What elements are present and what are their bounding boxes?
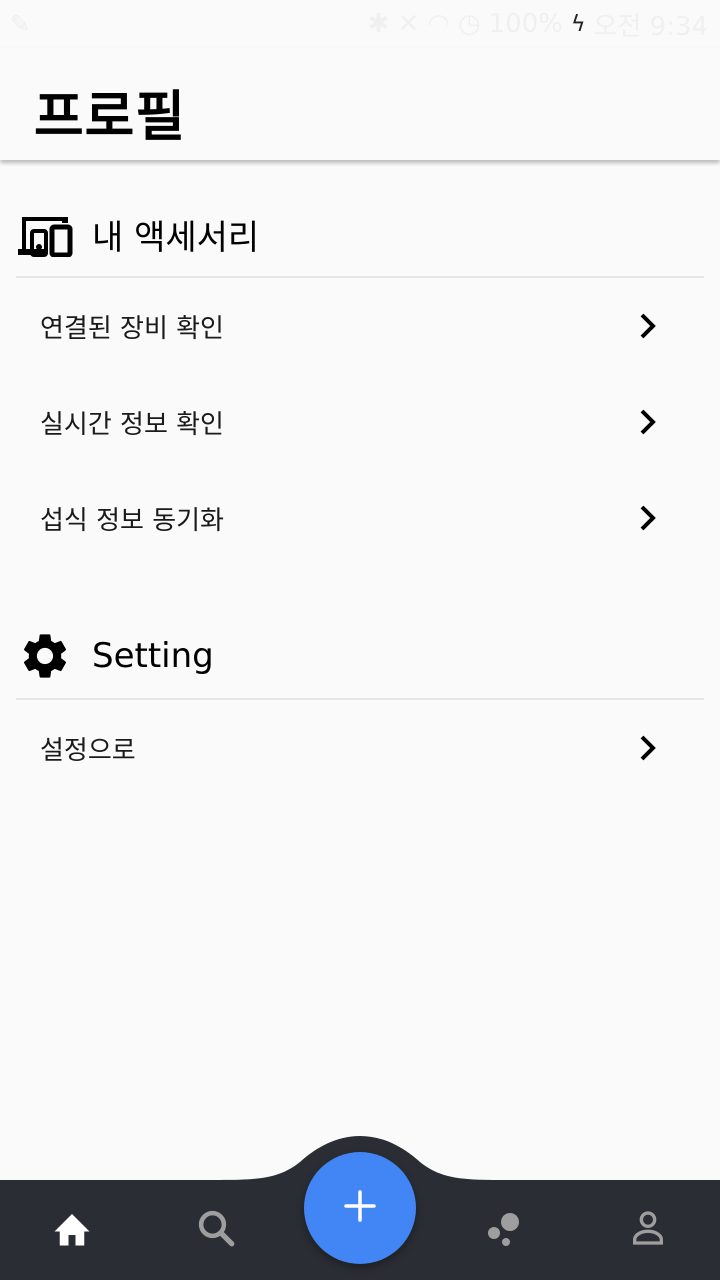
app-bar: 프로필 xyxy=(0,48,720,160)
nav-profile-button[interactable] xyxy=(618,1200,678,1260)
gear-icon xyxy=(16,627,74,685)
section-header-setting: Setting xyxy=(16,614,704,700)
section-title-accessories: 내 액세서리 xyxy=(92,217,260,258)
add-icon xyxy=(343,1189,377,1227)
devices-icon xyxy=(16,205,74,263)
status-icons: ✱ ✕ ◠ ◷ 100% ϟ 오전 9:34 xyxy=(368,6,708,42)
section-header-accessories: 내 액세서리 xyxy=(16,192,704,278)
chevron-right-icon xyxy=(628,728,668,768)
nav-bubbles-button[interactable] xyxy=(474,1200,534,1260)
wifi-icon: ◠ xyxy=(427,9,450,39)
bluetooth-icon: ✱ xyxy=(367,9,390,39)
battery-charging-icon: ϟ xyxy=(570,11,586,37)
chevron-right-icon xyxy=(628,306,668,346)
person-icon xyxy=(628,1208,668,1252)
bubbles-icon xyxy=(484,1208,524,1252)
list-item-go-to-settings[interactable]: 설정으로 xyxy=(16,700,704,796)
list-item-realtime-info[interactable]: 실시간 정보 확인 xyxy=(16,374,704,470)
nav-home-button[interactable] xyxy=(42,1200,102,1260)
chevron-right-icon xyxy=(628,402,668,442)
page-title: 프로필 xyxy=(34,85,187,148)
notification-icon: ✎ xyxy=(10,10,31,38)
list-item-connected-devices[interactable]: 연결된 장비 확인 xyxy=(16,278,704,374)
section-title-setting: Setting xyxy=(92,636,214,676)
search-icon xyxy=(195,1207,237,1253)
status-time: 오전 9:34 xyxy=(593,11,709,42)
add-button[interactable] xyxy=(304,1152,416,1264)
nav-search-button[interactable] xyxy=(186,1200,246,1260)
chevron-right-icon xyxy=(628,498,668,538)
list-item-label: 섭식 정보 동기화 xyxy=(40,505,224,536)
home-icon xyxy=(51,1208,93,1252)
list-item-label: 설정으로 xyxy=(40,735,136,766)
battery-percentage: 100% xyxy=(488,9,563,39)
list-item-intake-sync[interactable]: 섭식 정보 동기화 xyxy=(16,470,704,566)
list-item-label: 연결된 장비 확인 xyxy=(40,313,224,344)
alarm-icon: ◷ xyxy=(457,9,481,39)
list-item-label: 실시간 정보 확인 xyxy=(40,409,224,440)
mute-icon: ✕ xyxy=(397,9,420,39)
status-bar: ✎ ✱ ✕ ◠ ◷ 100% ϟ 오전 9:34 xyxy=(0,0,720,48)
